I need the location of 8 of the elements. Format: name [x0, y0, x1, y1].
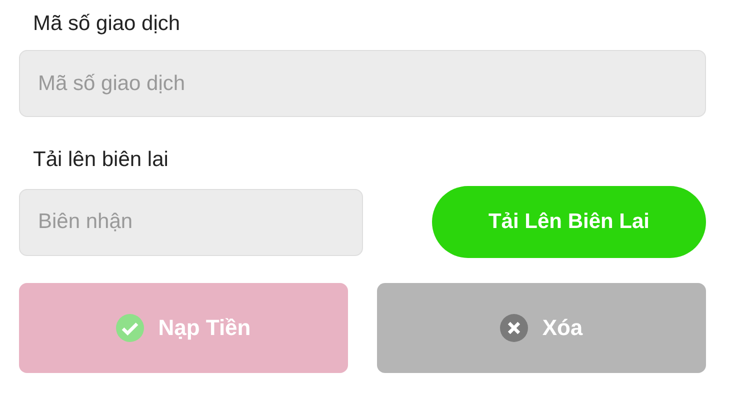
upload-button[interactable]: Tải Lên Biên Lai [432, 186, 706, 258]
clear-button[interactable]: Xóa [377, 283, 706, 373]
close-icon [500, 314, 528, 342]
field-label: Mã số giao dịch [32, 11, 182, 37]
receipt-field[interactable]: Biên nhận [19, 188, 363, 256]
transaction-id-field[interactable]: Mã số giao dịch [19, 50, 706, 117]
check-icon [116, 314, 144, 342]
field-label: Tải lên biên lai [32, 147, 170, 173]
